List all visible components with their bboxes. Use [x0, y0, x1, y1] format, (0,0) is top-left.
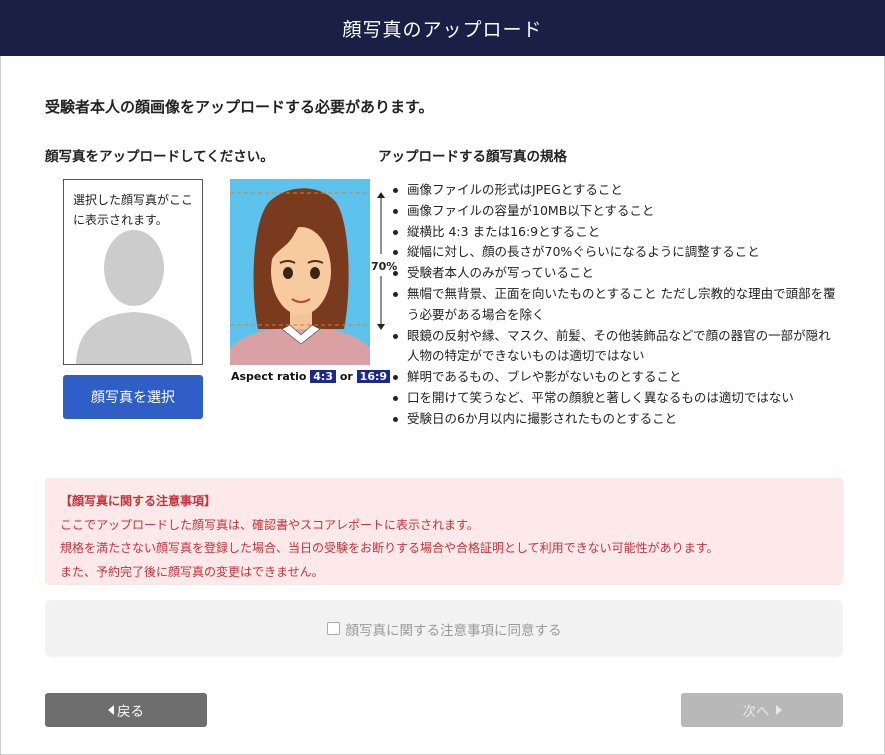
ratio-16-9-badge: 16:9 — [356, 370, 391, 383]
spec-rules-list: 画像ファイルの形式はJPEGとすること 画像ファイルの容量が10MB以下とするこ… — [390, 180, 840, 430]
select-photo-button[interactable]: 顔写真を選択 — [63, 375, 203, 419]
notice-line: ここでアップロードした顔写真は、確認書やスコアレポートに表示されます。 — [60, 517, 479, 532]
rule-item: 縦横比 4:3 または16:9とすること — [390, 222, 840, 243]
aspect-or: or — [339, 370, 353, 383]
lead-text: 受験者本人の顔画像をアップロードする必要があります。 — [45, 98, 434, 116]
photo-preview: 選択した顔写真がここに表示されます。 — [63, 179, 203, 365]
caret-right-icon — [775, 705, 782, 715]
rule-item: 眼鏡の反射や縁、マスク、前髪、その他装飾品などで顔の器官の一部が隠れ人物の特定が… — [390, 326, 840, 368]
rule-item: 画像ファイルの容量が10MB以下とすること — [390, 201, 840, 222]
example-face-illustration — [230, 179, 375, 365]
spec-heading: アップロードする顔写真の規格 — [378, 149, 567, 165]
notice-line: 規格を満たさない顔写真を登録した場合、当日の受験をお断りする場合や合格証明として… — [60, 541, 719, 555]
next-label: 次へ — [742, 704, 770, 720]
rule-item: 無帽で無背景、正面を向いたものとすること ただし宗教的な理由で頭部を覆う必要があ… — [390, 284, 840, 326]
caret-left-icon — [108, 705, 114, 715]
agree-checkbox[interactable] — [326, 622, 340, 635]
notice-line: また、予約完了後に顔写真の変更はできません。 — [60, 564, 324, 579]
rule-item: 縦幅に対し、顔の長さが70%ぐらいになるように調整すること — [390, 242, 840, 263]
aspect-ratio-caption: Aspect ratio 4:3 or 16:9 — [231, 370, 391, 383]
rule-item: 画像ファイルの形式はJPEGとすること — [390, 180, 840, 201]
rule-item: 口を開けて笑うなど、平常の顔貌と著しく異なるものは適切ではない — [390, 388, 840, 409]
upload-heading: 顔写真をアップロードしてください。 — [45, 149, 274, 165]
ratio-4-3-badge: 4:3 — [310, 370, 336, 383]
page-title: 顔写真のアップロード — [342, 18, 543, 41]
preview-placeholder-text: 選択した顔写真がここに表示されます。 — [73, 193, 194, 227]
rule-item: 鮮明であるもの、ブレや影がないものとすること — [390, 367, 840, 388]
next-button[interactable]: 次へ — [681, 693, 843, 727]
rule-item: 受験日の6か月以内に撮影されたものとすること — [390, 409, 840, 430]
page-header: 顔写真のアップロード — [0, 0, 885, 56]
example-photo — [230, 179, 375, 365]
back-label: 戻る — [117, 704, 144, 720]
back-button[interactable]: 戻る — [45, 693, 207, 727]
aspect-label: Aspect ratio — [231, 370, 307, 383]
photo-notice-box: 【顔写真に関する注意事項】 ここでアップロードした顔写真は、確認書やスコアレポー… — [45, 478, 843, 585]
agree-panel[interactable]: 顔写真に関する注意事項に同意する — [45, 600, 843, 657]
agree-label[interactable]: 顔写真に関する注意事項に同意する — [346, 619, 562, 639]
notice-title: 【顔写真に関する注意事項】 — [60, 494, 217, 508]
rule-item: 受験者本人のみが写っていること — [390, 263, 840, 284]
